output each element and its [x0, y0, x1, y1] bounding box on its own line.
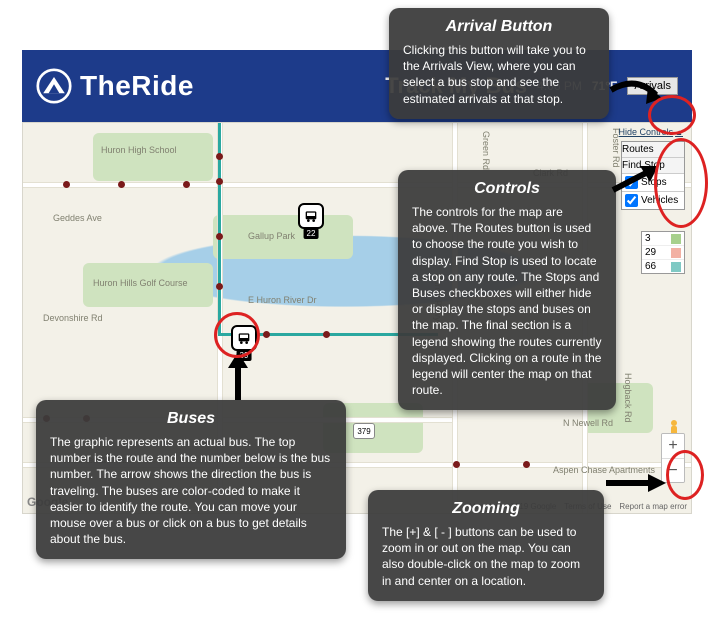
zoom-control: + − [661, 433, 685, 483]
callout-body: Clicking this button will take you to th… [403, 42, 595, 107]
bus-icon [236, 330, 252, 346]
vehicles-toggle[interactable]: Vehicles [622, 192, 684, 209]
bus-route-badge: 39 [237, 350, 252, 361]
callout-body: The graphic represents an actual bus. Th… [50, 434, 332, 547]
legend-row[interactable]: 66 [642, 260, 684, 273]
arrivals-button[interactable]: Arrivals [627, 77, 678, 95]
highway-shield: 379 [353, 423, 375, 439]
bus-stop-dot[interactable] [183, 181, 190, 188]
road-label: Huron High School [101, 145, 177, 155]
bus-stop-dot[interactable] [118, 181, 125, 188]
theride-logo-icon [36, 68, 72, 104]
routes-button[interactable]: Routes [622, 142, 684, 158]
callout-arrival: Arrival Button Clicking this button will… [389, 8, 609, 119]
stops-toggle[interactable]: Stops [622, 174, 684, 192]
callout-title: Arrival Button [403, 18, 595, 36]
legend-swatch [671, 234, 681, 244]
road-label: Geddes Ave [53, 213, 102, 223]
bus-route-badge: 22 [304, 228, 319, 239]
bus-stop-dot[interactable] [63, 181, 70, 188]
bus-stop-dot[interactable] [216, 283, 223, 290]
road-label: N Newell Rd [563, 418, 613, 428]
callout-title: Zooming [382, 500, 590, 518]
callout-buses: Buses The graphic represents an actual b… [36, 400, 346, 559]
road-label: Green Rd [481, 131, 491, 170]
road-label: E Huron River Dr [248, 295, 317, 305]
park-area [93, 133, 213, 181]
bus-stop-dot[interactable] [323, 331, 330, 338]
bus-marker[interactable]: 39 [231, 325, 257, 351]
road-label: Aspen Chase Apartments [553, 465, 655, 475]
brand-name: TheRide [80, 70, 194, 102]
find-stop-button[interactable]: Find Stop [622, 158, 684, 174]
vehicles-checkbox[interactable] [625, 194, 638, 207]
callout-controls: Controls The controls for the map are ab… [398, 170, 616, 410]
stops-checkbox[interactable] [625, 176, 638, 189]
road-label: Hogback Rd [623, 373, 633, 423]
legend-row[interactable]: 29 [642, 246, 684, 260]
bus-stop-dot[interactable] [216, 233, 223, 240]
legend-swatch [671, 262, 681, 272]
legend-row[interactable]: 3 [642, 232, 684, 246]
road-label: Devonshire Rd [43, 313, 103, 323]
bus-stop-dot[interactable] [216, 178, 223, 185]
report-error-link[interactable]: Report a map error [619, 502, 687, 511]
route-legend: 3 29 66 [641, 231, 685, 274]
brand-logo: TheRide [36, 68, 194, 104]
callout-body: The controls for the map are above. The … [412, 204, 602, 398]
callout-title: Buses [50, 410, 332, 428]
chevron-up-icon: ▲ [675, 128, 683, 137]
callout-title: Controls [412, 180, 602, 198]
bus-stop-dot[interactable] [523, 461, 530, 468]
zoom-out-button[interactable]: − [662, 458, 684, 482]
hide-controls-link[interactable]: Hide Controls ▲ [619, 127, 683, 137]
bus-stop-dot[interactable] [263, 331, 270, 338]
bus-marker[interactable]: 22 [298, 203, 324, 229]
callout-body: The [+] & [ - ] buttons can be used to z… [382, 524, 590, 589]
road-label: Huron Hills Golf Course [93, 278, 188, 288]
road-label: Gallup Park [248, 231, 295, 241]
bus-stop-dot[interactable] [216, 153, 223, 160]
bus-icon [303, 208, 319, 224]
bus-stop-dot[interactable] [453, 461, 460, 468]
callout-zoom: Zooming The [+] & [ - ] buttons can be u… [368, 490, 604, 601]
zoom-in-button[interactable]: + [662, 434, 684, 458]
map-controls-panel: Routes Find Stop Stops Vehicles [621, 141, 685, 210]
legend-swatch [671, 248, 681, 258]
